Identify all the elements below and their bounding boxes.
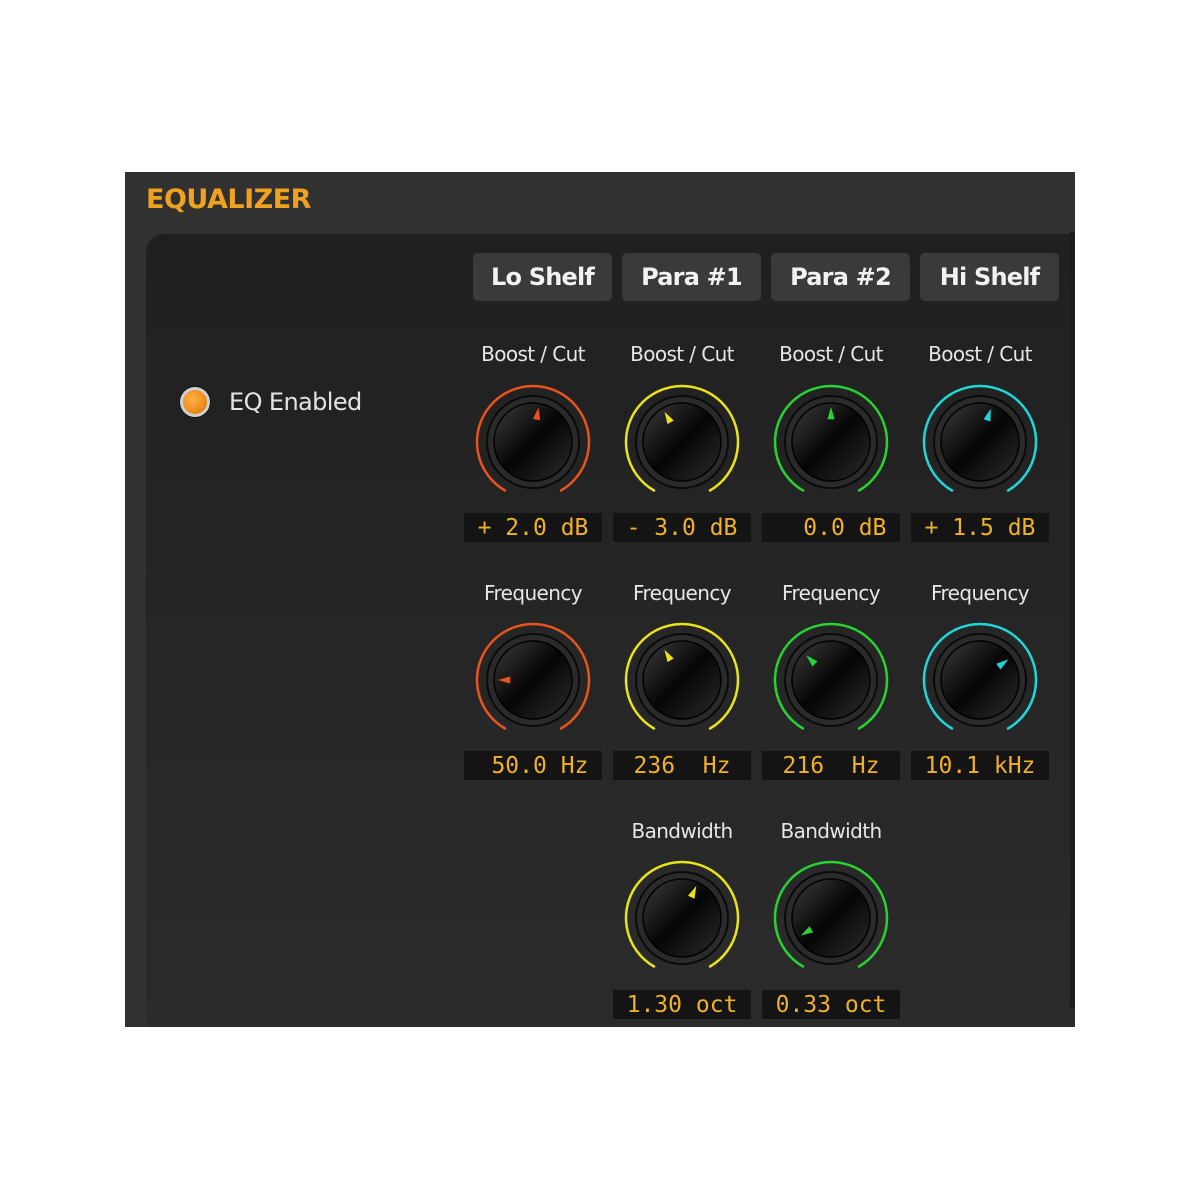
hi-shelf-gain-knob[interactable] bbox=[920, 382, 1040, 502]
para-2-bandwidth-readout: 0.33 oct bbox=[762, 990, 900, 1019]
para-2-bandwidth-label: Bandwidth bbox=[780, 819, 882, 843]
hi-shelf-frequency-knob[interactable] bbox=[920, 620, 1040, 740]
para-2-gain-readout: 0.0 dB bbox=[762, 513, 900, 542]
para-2-frequency-readout: 216 Hz bbox=[762, 751, 900, 780]
para-1-gain-readout: - 3.0 dB bbox=[613, 513, 751, 542]
para-1-frequency-readout: 236 Hz bbox=[613, 751, 751, 780]
para-2-frequency-label: Frequency bbox=[782, 581, 881, 605]
para-2-gain-knob[interactable] bbox=[771, 382, 891, 502]
para-1-bandwidth-readout: 1.30 oct bbox=[613, 990, 751, 1019]
para-1-gain-knob[interactable] bbox=[622, 382, 742, 502]
para-1-frequency-knob[interactable] bbox=[622, 620, 742, 740]
band-button-para-2[interactable]: Para #2 bbox=[771, 253, 910, 301]
eq-enabled-toggle[interactable]: EQ Enabled bbox=[180, 387, 362, 417]
lo-shelf-frequency-knob[interactable] bbox=[473, 620, 593, 740]
para-1-gain-label: Boost / Cut bbox=[630, 342, 734, 366]
lo-shelf-gain-knob[interactable] bbox=[473, 382, 593, 502]
para-1-bandwidth-label: Bandwidth bbox=[631, 819, 733, 843]
para-2-frequency-knob[interactable] bbox=[771, 620, 891, 740]
knob-cap bbox=[642, 878, 722, 958]
para-2-bandwidth-knob[interactable] bbox=[771, 858, 891, 978]
panel-title: EQUALIZER bbox=[146, 184, 311, 215]
knob-cap bbox=[642, 640, 722, 720]
knob-cap bbox=[791, 640, 871, 720]
eq-enabled-label: EQ Enabled bbox=[229, 388, 362, 416]
eq-enabled-led-icon[interactable] bbox=[180, 387, 210, 417]
knob-cap bbox=[642, 402, 722, 482]
para-1-bandwidth-knob[interactable] bbox=[622, 858, 742, 978]
hi-shelf-frequency-label: Frequency bbox=[931, 581, 1030, 605]
lo-shelf-frequency-readout: 50.0 Hz bbox=[464, 751, 602, 780]
lo-shelf-gain-label: Boost / Cut bbox=[481, 342, 585, 366]
hi-shelf-gain-label: Boost / Cut bbox=[928, 342, 1032, 366]
para-2-gain-label: Boost / Cut bbox=[779, 342, 883, 366]
hi-shelf-gain-readout: + 1.5 dB bbox=[911, 513, 1049, 542]
band-button-para-1[interactable]: Para #1 bbox=[622, 253, 761, 301]
hi-shelf-frequency-readout: 10.1 kHz bbox=[911, 751, 1049, 780]
lo-shelf-frequency-label: Frequency bbox=[484, 581, 583, 605]
knob-cap bbox=[940, 640, 1020, 720]
lo-shelf-gain-readout: + 2.0 dB bbox=[464, 513, 602, 542]
band-button-lo-shelf[interactable]: Lo Shelf bbox=[473, 253, 612, 301]
knob-cap bbox=[940, 402, 1020, 482]
band-button-hi-shelf[interactable]: Hi Shelf bbox=[920, 253, 1059, 301]
knob-cap bbox=[791, 878, 871, 958]
knob-cap bbox=[493, 402, 573, 482]
para-1-frequency-label: Frequency bbox=[633, 581, 732, 605]
panel-edge bbox=[1070, 232, 1075, 1007]
